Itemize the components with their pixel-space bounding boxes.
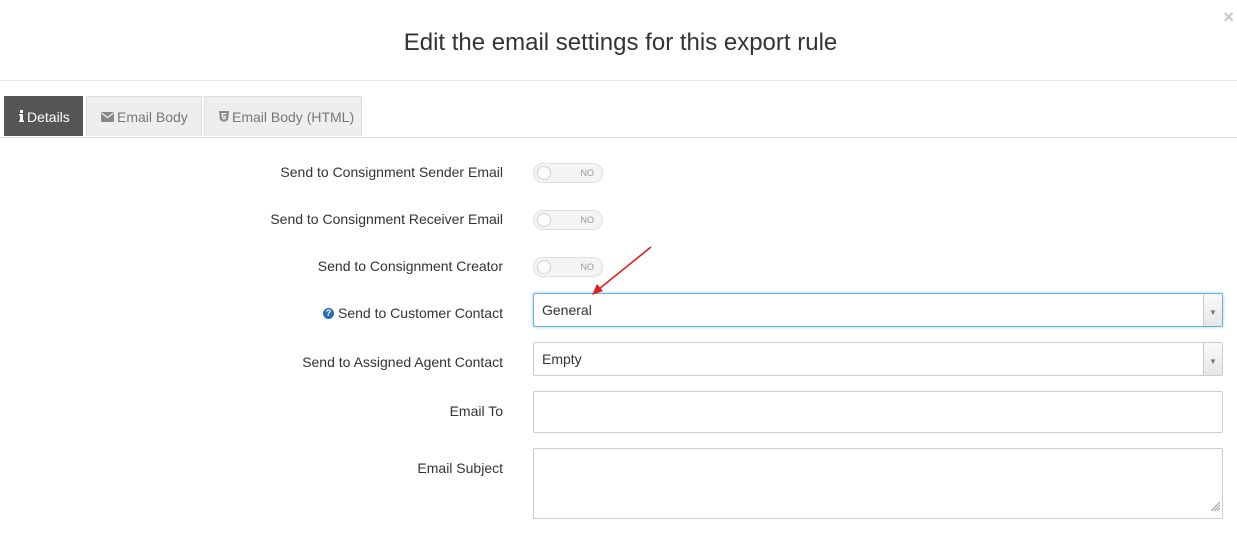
email-settings-modal: Edit the email settings for this export … <box>0 0 1237 560</box>
caret-down-icon: ▼ <box>1209 357 1217 366</box>
tab-email-body[interactable]: Email Body <box>86 96 202 136</box>
tab-email-body-label: Email Body <box>117 109 188 125</box>
agent-contact-selected: Empty <box>542 351 582 367</box>
receiver-email-toggle[interactable]: NO <box>533 210 603 230</box>
sender-email-label: Send to Consignment Sender Email <box>280 164 503 180</box>
email-subject-textarea[interactable] <box>533 448 1223 519</box>
envelope-icon <box>101 97 114 137</box>
tab-email-body-html-label: Email Body (HTML) <box>232 109 355 125</box>
agent-contact-select[interactable]: Empty ▼ <box>533 342 1223 376</box>
toggle-knob <box>537 213 551 227</box>
toggle-knob <box>537 166 551 180</box>
toggle-state-text: NO <box>580 215 595 225</box>
resize-grip-icon[interactable] <box>1209 499 1221 517</box>
creator-label: Send to Consignment Creator <box>317 258 503 274</box>
email-to-input[interactable] <box>533 391 1223 433</box>
modal-title: Edit the email settings for this export … <box>403 29 838 56</box>
caret-down-icon: ▼ <box>1209 308 1217 317</box>
info-icon <box>19 97 24 137</box>
modal-header: Edit the email settings for this export … <box>0 0 1237 81</box>
tab-details-label: Details <box>27 109 70 125</box>
tab-bar: Details Email Body Email Body (HTML) <box>0 96 1237 138</box>
agent-contact-dropdown-arrow[interactable]: ▼ <box>1203 343 1222 375</box>
toggle-state-text: NO <box>580 168 595 178</box>
customer-contact-label-text: Send to Customer Contact <box>338 305 503 321</box>
customer-contact-dropdown-arrow[interactable]: ▼ <box>1203 294 1222 326</box>
html5-icon <box>219 97 229 137</box>
customer-contact-selected: General <box>542 302 592 318</box>
agent-contact-label: Send to Assigned Agent Contact <box>302 354 503 370</box>
email-to-label: Email To <box>449 403 503 419</box>
tab-details[interactable]: Details <box>4 96 83 136</box>
close-button[interactable]: × <box>1223 8 1234 26</box>
customer-contact-label: ? Send to Customer Contact <box>323 304 503 322</box>
email-subject-label: Email Subject <box>417 460 503 476</box>
tab-email-body-html[interactable]: Email Body (HTML) <box>204 96 362 136</box>
toggle-knob <box>537 260 551 274</box>
sender-email-toggle[interactable]: NO <box>533 163 603 183</box>
receiver-email-label: Send to Consignment Receiver Email <box>270 211 503 227</box>
question-circle-icon[interactable]: ? <box>323 307 335 319</box>
annotation-arrow-icon <box>592 246 652 295</box>
